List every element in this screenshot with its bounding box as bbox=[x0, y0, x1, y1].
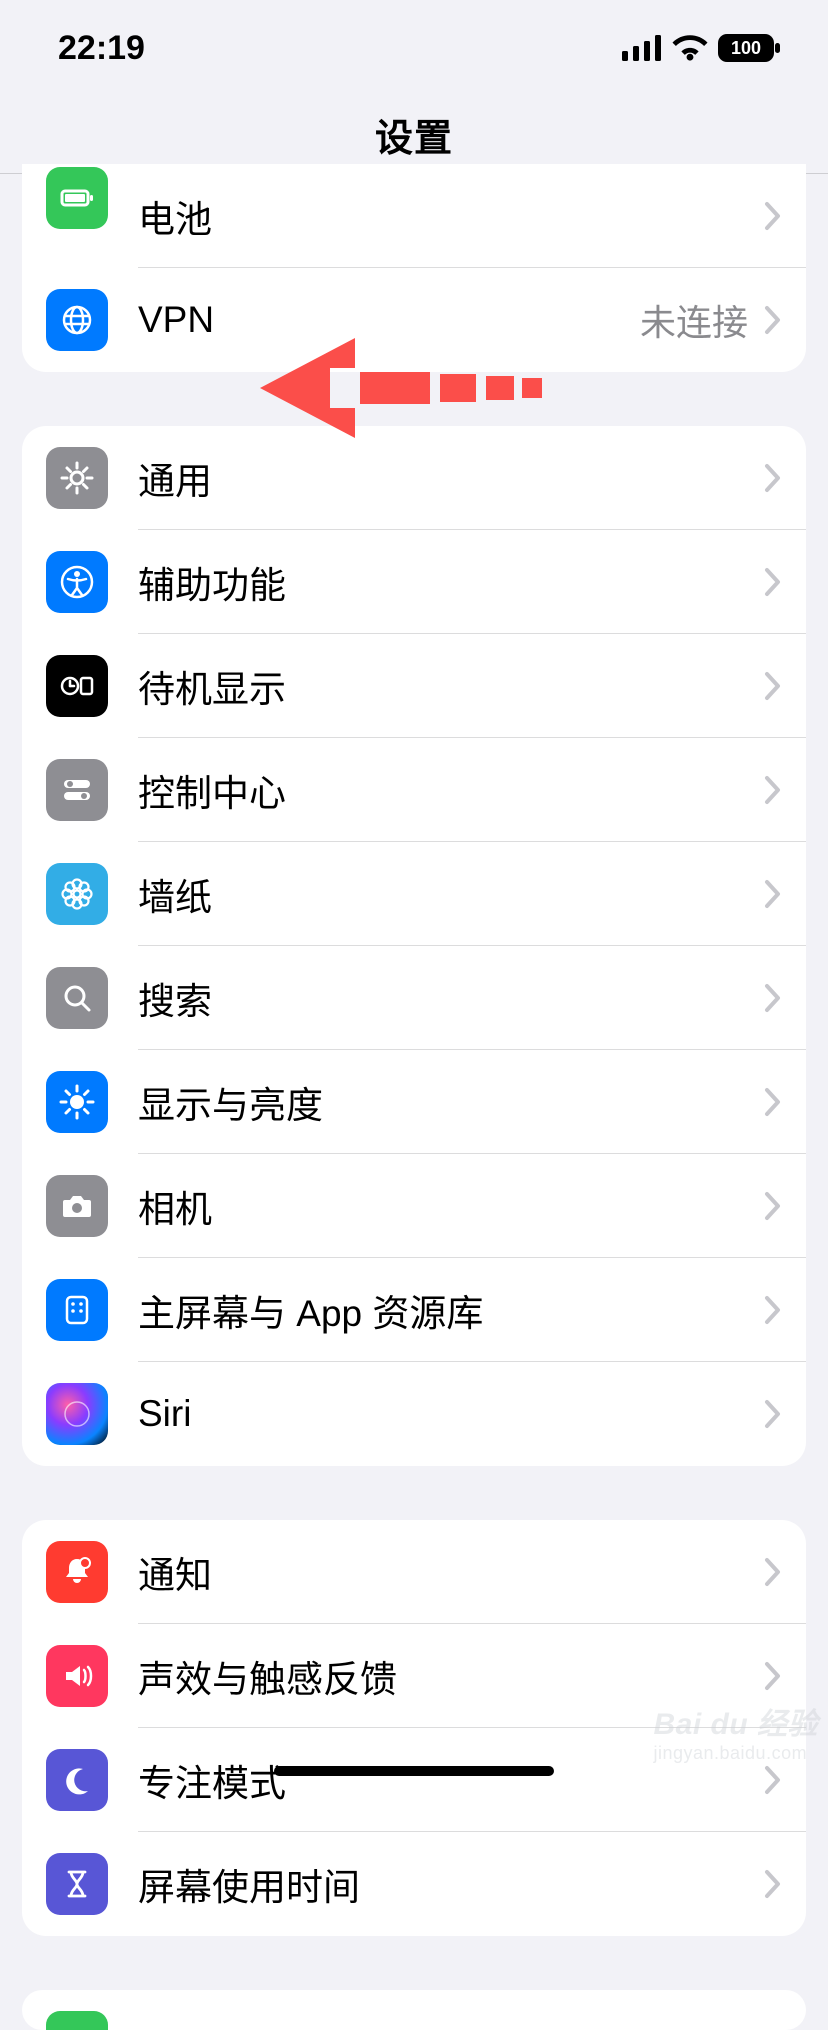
chevron-right-icon bbox=[764, 1557, 782, 1587]
row-general[interactable]: 通用 bbox=[22, 426, 806, 530]
watermark: Bai du 经验 jingyan.baidu.com bbox=[653, 1699, 818, 1764]
chevron-right-icon bbox=[764, 1399, 782, 1429]
hourglass-icon bbox=[46, 1853, 108, 1915]
speaker-icon bbox=[46, 1645, 108, 1707]
chevron-right-icon bbox=[764, 879, 782, 909]
accessibility-icon bbox=[46, 551, 108, 613]
watermark-main: Bai du 经验 bbox=[653, 1699, 818, 1743]
siri-icon bbox=[46, 1383, 108, 1445]
row-label: 待机显示 bbox=[138, 659, 764, 713]
row-label: 主屏幕与 App 资源库 bbox=[138, 1283, 764, 1337]
watermark-sub: jingyan.baidu.com bbox=[653, 1743, 818, 1764]
row-label: 电池 bbox=[138, 189, 764, 243]
bell-icon bbox=[46, 1541, 108, 1603]
row-homescreen[interactable]: 主屏幕与 App 资源库 bbox=[22, 1258, 806, 1362]
battery-icon: 100 bbox=[718, 34, 780, 62]
chevron-right-icon bbox=[764, 567, 782, 597]
camera-icon bbox=[46, 1175, 108, 1237]
chevron-right-icon bbox=[764, 1191, 782, 1221]
chevron-right-icon bbox=[764, 1765, 782, 1795]
toggles-icon bbox=[46, 759, 108, 821]
settings-group-2: 通用 辅助功能 待机显示 bbox=[22, 426, 806, 1466]
row-label: 显示与亮度 bbox=[138, 1075, 764, 1129]
row-next[interactable] bbox=[22, 1990, 806, 2030]
chevron-right-icon bbox=[764, 201, 782, 231]
globe-icon bbox=[46, 289, 108, 351]
row-label: VPN bbox=[138, 299, 640, 341]
moon-icon bbox=[46, 1749, 108, 1811]
nav-bar: 设置 bbox=[0, 96, 828, 174]
row-camera[interactable]: 相机 bbox=[22, 1154, 806, 1258]
wifi-icon bbox=[672, 35, 708, 61]
row-label: 屏幕使用时间 bbox=[138, 1857, 764, 1911]
battery-settings-icon bbox=[46, 167, 108, 229]
row-label: 通知 bbox=[138, 1545, 764, 1599]
row-label: 墙纸 bbox=[138, 867, 764, 921]
home-indicator bbox=[274, 1766, 554, 1776]
row-notifications[interactable]: 通知 bbox=[22, 1520, 806, 1624]
row-label: 通用 bbox=[138, 451, 764, 505]
row-label: 相机 bbox=[138, 1179, 764, 1233]
chevron-right-icon bbox=[764, 305, 782, 335]
settings-group-4 bbox=[22, 1990, 806, 2030]
row-battery[interactable]: 电池 bbox=[22, 164, 806, 268]
page-title: 设置 bbox=[375, 107, 453, 162]
search-icon bbox=[46, 967, 108, 1029]
row-vpn[interactable]: VPN 未连接 bbox=[22, 268, 806, 372]
row-label: 辅助功能 bbox=[138, 555, 764, 609]
row-display[interactable]: 显示与亮度 bbox=[22, 1050, 806, 1154]
row-label: 控制中心 bbox=[138, 763, 764, 817]
row-search[interactable]: 搜索 bbox=[22, 946, 806, 1050]
row-label: Siri bbox=[138, 1393, 764, 1435]
chevron-right-icon bbox=[764, 983, 782, 1013]
brightness-icon bbox=[46, 1071, 108, 1133]
row-control-center[interactable]: 控制中心 bbox=[22, 738, 806, 842]
apps-grid-icon bbox=[46, 1279, 108, 1341]
battery-text: 100 bbox=[731, 38, 761, 58]
next-icon bbox=[46, 2011, 108, 2030]
row-screentime[interactable]: 屏幕使用时间 bbox=[22, 1832, 806, 1936]
chevron-right-icon bbox=[764, 671, 782, 701]
settings-group-1: 电池 VPN 未连接 bbox=[22, 164, 806, 372]
chevron-right-icon bbox=[764, 1295, 782, 1325]
gear-icon bbox=[46, 447, 108, 509]
row-label: 搜索 bbox=[138, 971, 764, 1025]
flower-icon bbox=[46, 863, 108, 925]
chevron-right-icon bbox=[764, 463, 782, 493]
status-bar: 22:19 100 bbox=[0, 0, 828, 96]
status-time: 22:19 bbox=[58, 29, 145, 68]
chevron-right-icon bbox=[764, 1869, 782, 1899]
chevron-right-icon bbox=[764, 775, 782, 805]
status-right: 100 bbox=[622, 34, 780, 62]
row-detail: 未连接 bbox=[640, 294, 748, 346]
chevron-right-icon bbox=[764, 1661, 782, 1691]
row-accessibility[interactable]: 辅助功能 bbox=[22, 530, 806, 634]
row-label: 声效与触感反馈 bbox=[138, 1649, 764, 1703]
row-wallpaper[interactable]: 墙纸 bbox=[22, 842, 806, 946]
row-siri[interactable]: Siri bbox=[22, 1362, 806, 1466]
row-standby[interactable]: 待机显示 bbox=[22, 634, 806, 738]
chevron-right-icon bbox=[764, 1087, 782, 1117]
standby-icon bbox=[46, 655, 108, 717]
cellular-icon bbox=[622, 35, 662, 61]
